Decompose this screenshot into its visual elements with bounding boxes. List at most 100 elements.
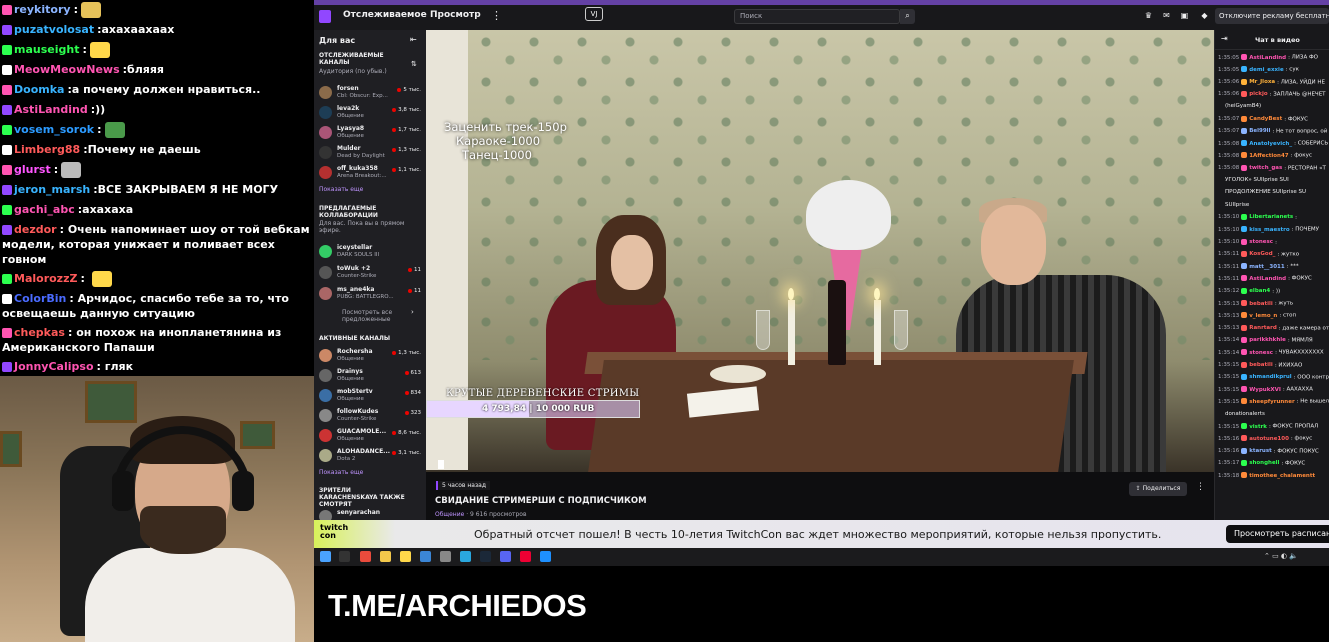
chat-timestamp: 1:35:15 [1218,398,1240,405]
channel-category: Общение [337,113,364,119]
channel-name: ms_ane4ka [337,286,375,293]
colon: : [97,123,102,136]
chat-header: ⇥ Чат в видео [1215,30,1329,50]
man-face [981,205,1046,285]
sidebar-channel[interactable]: followKudes Counter-Strike 323 [319,407,423,427]
sidebar-channel[interactable]: toWuk +2 Counter-Strike 11 [319,264,423,284]
sidebar-channel[interactable]: iceystellar DARK SOULS III [319,243,423,263]
colon: : [67,326,77,339]
badge-icon [2,294,12,304]
sidebar-channel[interactable]: ms_ane4ka PUBG: BATTLEGRO... 11 [319,285,423,305]
app-icon[interactable] [400,551,411,562]
chat-message: 1:35:14 stonesc: ЧУВАКХХХХХХХ [1218,349,1329,357]
overlay-chat-username: Doomka [14,83,65,96]
viewer-count: 5 тыс. [397,87,421,93]
channel-avatar [319,287,332,300]
sidebar-channel[interactable]: Drainys Общение 613 [319,367,423,387]
search-icon[interactable]: ⌕ [900,9,915,24]
collab-more-link[interactable]: Посмотреть все предложенные [342,309,410,323]
viewer-count: 1,3 тыс. [392,147,421,153]
share-button[interactable]: ⇪ Поделиться [1129,482,1187,496]
app-icon[interactable] [420,551,431,562]
sidebar-channel[interactable]: off_kuka358 Arena Breakout:... 1,1 тыс. [319,164,423,184]
viewer-count: 11 [408,267,421,273]
more-menu-icon[interactable]: ⋮ [491,9,502,22]
badge-icon [1241,250,1248,257]
chat-message: 1:35:07 CandyBest: ФОКУС [1218,115,1329,124]
sidebar-channel[interactable]: senyarachan [319,508,423,520]
chrome-icon[interactable] [360,551,371,562]
sidebar-channel[interactable]: Lyasya8 Общение 1,7 тыс. [319,124,423,144]
channel-category: Arena Breakout:... [337,173,387,179]
sort-icon[interactable]: ⇅ [411,60,417,68]
colon: : [80,272,89,285]
chat-message: 1:35:05 AstiLandind: ЛИЗА ФО [1218,54,1329,62]
show-more-link[interactable]: Показать еще [319,469,363,476]
chat-timestamp: 1:35:15 [1218,386,1240,393]
sidebar-channel[interactable]: ALOHADANCE... Dota 2 3,1 тыс. [319,447,423,467]
bits-icon[interactable]: ◆ [1200,11,1209,20]
price-overlay: Заценить трек-150р Караоке-1000 Танец-10… [438,120,567,162]
windows-start-icon[interactable] [320,551,331,562]
chevron-right-icon[interactable]: › [411,308,414,316]
badge-icon [1241,90,1248,97]
crown-icon[interactable]: ♛ [1144,11,1153,20]
sidebar-channel[interactable]: mobStertv Общение 834 [319,387,423,407]
chat-text: : ФОКУС ПОКУС [1273,448,1319,455]
notification-icon[interactable]: ▣ [1180,11,1189,20]
chat-text: : ЛИЗА ФО [1288,54,1319,61]
wine-glass [756,310,770,350]
app-icon[interactable] [440,551,451,562]
badge-icon [2,105,12,115]
app-icon[interactable] [500,551,511,562]
chat-text: : ФОКУС [1288,275,1312,282]
sidebar-channel[interactable]: Mulder Dead by Daylight 1,3 тыс. [319,144,423,164]
chat-message: 1:35:08 1Affection47: фокус [1218,152,1329,160]
search-input[interactable]: Поиск [734,9,900,24]
twitch-logo-icon[interactable] [319,10,331,23]
channel-avatar [319,449,332,462]
overlay-chat-line: glurst: [0,160,314,180]
chat-timestamp: 1:35:06 [1218,79,1240,86]
mouse-cursor [438,460,444,469]
ad-free-button[interactable]: Отключите рекламу бесплатно [1215,8,1329,24]
tray-icons[interactable]: ⌃ ▭ ◐ 🔈 [1264,552,1298,560]
chat-text: : [1295,214,1298,221]
search-icon[interactable] [339,551,350,562]
badge-icon [1241,263,1248,270]
channel-category: Общение [337,356,364,362]
candle [788,300,795,365]
app-icon[interactable] [460,551,471,562]
badge-icon [1241,423,1248,429]
overlay-chat-message: ахахаахаах [101,23,175,36]
channel-avatar [319,389,332,402]
category-link[interactable]: Общение [435,511,464,518]
schedule-button[interactable]: Просмотреть расписание [1226,525,1329,543]
badge-icon [1241,238,1248,245]
app-icon[interactable] [540,551,551,562]
overlay-chat-username: puzatvolosat [14,23,95,36]
steam-icon[interactable] [480,551,491,562]
twitchcon-banner: twitch con Обратный отсчет пошел! В чест… [314,520,1329,548]
nav-browse[interactable]: Просмотр [430,10,481,20]
video-player[interactable]: Заценить трек-150р Караоке-1000 Танец-10… [426,30,1214,472]
mail-icon[interactable]: ✉ [1162,11,1171,20]
chat-message: 1:35:08 Anatolyevich_: СОБЕРИСЬ [1218,140,1329,148]
more-options-icon[interactable]: ⋮ [1196,482,1205,492]
folder-icon[interactable] [380,551,391,562]
overlay-chat: reykitory: puzatvolosat: ахахаахаах mause… [0,0,314,376]
nav-following[interactable]: Отслеживаемое [343,10,427,20]
chat-message: 1:35:13 v_lemo_n: стоп [1218,312,1329,320]
sidebar-channel[interactable]: Rochersha Общение 1,3 тыс. [319,347,423,367]
chat-text: (heiGyamB4) [1225,103,1262,110]
app-icon[interactable] [520,551,531,562]
chat-text: : даже камера от [1278,325,1329,332]
extension-icon[interactable]: VJ [585,7,603,21]
sidebar-channel[interactable]: leva2k Общение 3,8 тыс. [319,104,423,124]
chat-text: : жутко [1277,251,1300,258]
show-more-link[interactable]: Показать еще [319,186,363,193]
sidebar-channel[interactable]: forsen Cbl: Obscur: Exp... 5 тыс. [319,84,423,104]
collapse-icon[interactable]: ⇤ [410,35,417,44]
collapse-chat-icon[interactable]: ⇥ [1221,34,1228,43]
sidebar-channel[interactable]: GUACAMOLE... Общение 8,6 тыс. [319,427,423,447]
